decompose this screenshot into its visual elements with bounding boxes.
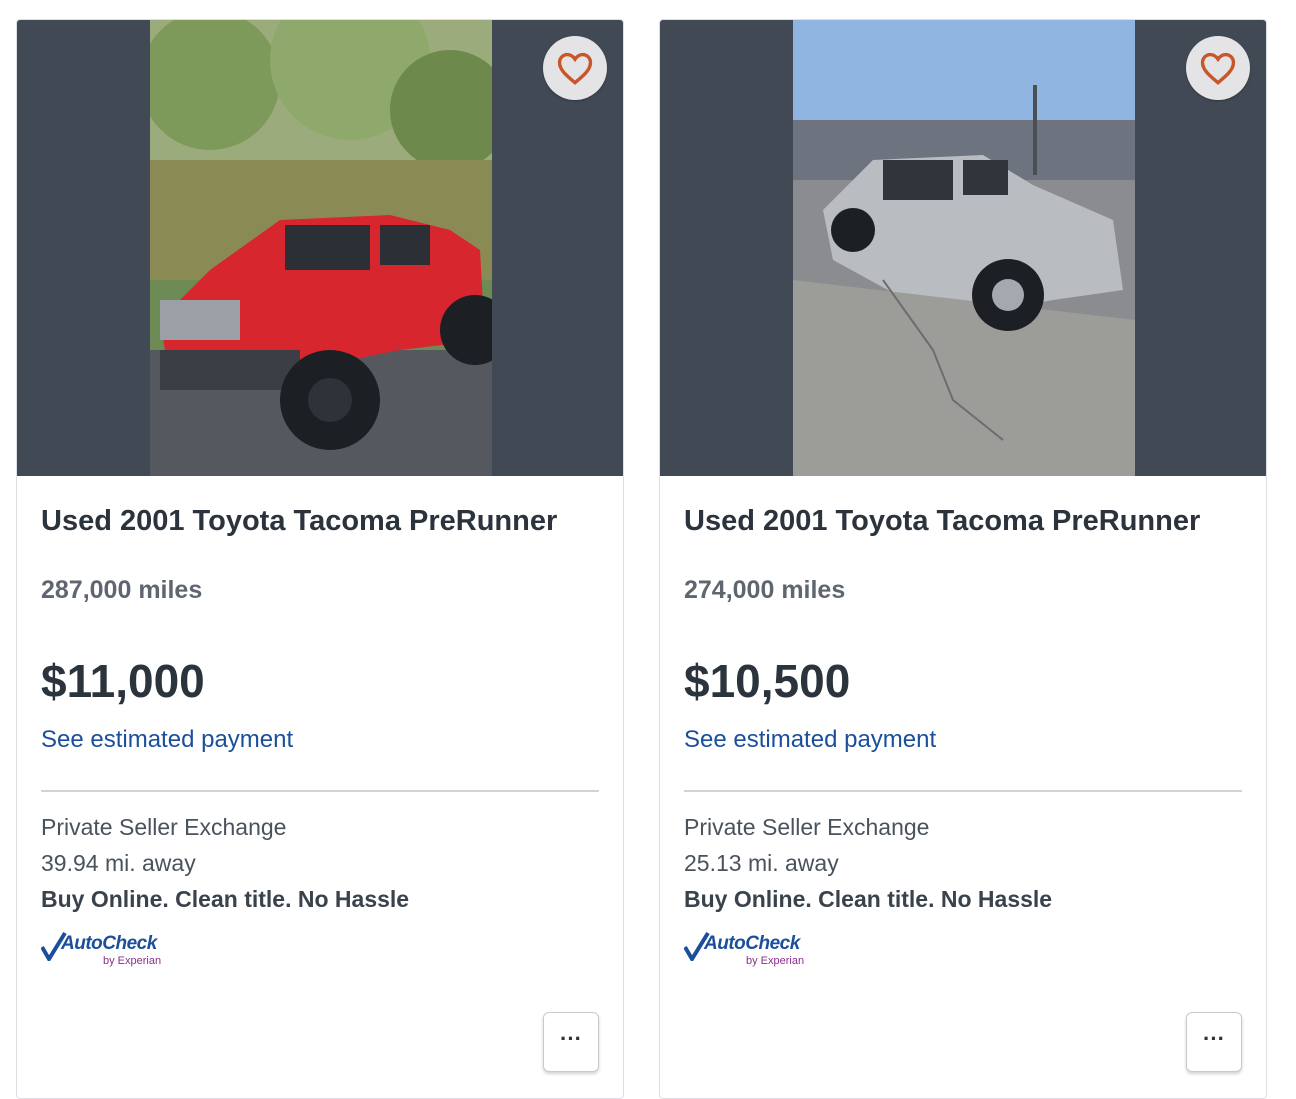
listing-title[interactable]: Used 2001 Toyota Tacoma PreRunner — [41, 505, 557, 538]
mileage: 274,000 miles — [684, 576, 846, 604]
autocheck-name: AutoCheck — [61, 933, 157, 954]
price: $11,000 — [41, 655, 205, 707]
autocheck-logo[interactable]: AutoCheck by Experian — [41, 931, 181, 973]
autocheck-name: AutoCheck — [704, 933, 800, 954]
more-options-button[interactable]: ··· — [1186, 1012, 1242, 1072]
autocheck-by: by Experian — [103, 955, 162, 967]
autocheck-logo[interactable]: AutoCheck by Experian — [684, 931, 824, 973]
listing-photo-area[interactable] — [660, 20, 1266, 476]
vehicle-photo[interactable] — [150, 20, 492, 476]
listing-title[interactable]: Used 2001 Toyota Tacoma PreRunner — [684, 505, 1200, 538]
distance: 39.94 mi. away — [41, 850, 196, 876]
heart-icon — [1200, 52, 1236, 85]
favorite-heart-button[interactable] — [543, 36, 607, 100]
heart-icon — [557, 52, 593, 85]
distance: 25.13 mi. away — [684, 850, 839, 876]
seller-name: Private Seller Exchange — [41, 814, 287, 840]
listing-card[interactable]: Used 2001 Toyota Tacoma PreRunner 287,00… — [16, 19, 624, 1099]
see-estimated-payment-link[interactable]: See estimated payment — [684, 726, 936, 754]
seller-name: Private Seller Exchange — [684, 814, 930, 840]
vehicle-photo[interactable] — [793, 20, 1135, 476]
favorite-heart-button[interactable] — [1186, 36, 1250, 100]
more-options-button[interactable]: ··· — [543, 1012, 599, 1072]
price: $10,500 — [684, 655, 851, 707]
see-estimated-payment-link[interactable]: See estimated payment — [41, 726, 293, 754]
listing-card[interactable]: Used 2001 Toyota Tacoma PreRunner 274,00… — [659, 19, 1267, 1099]
seller-tagline: Buy Online. Clean title. No Hassle — [41, 886, 410, 912]
divider — [684, 790, 1242, 792]
autocheck-by: by Experian — [746, 955, 805, 967]
listing-photo-area[interactable] — [17, 20, 623, 476]
seller-tagline: Buy Online. Clean title. No Hassle — [684, 886, 1053, 912]
divider — [41, 790, 599, 792]
mileage: 287,000 miles — [41, 576, 203, 604]
